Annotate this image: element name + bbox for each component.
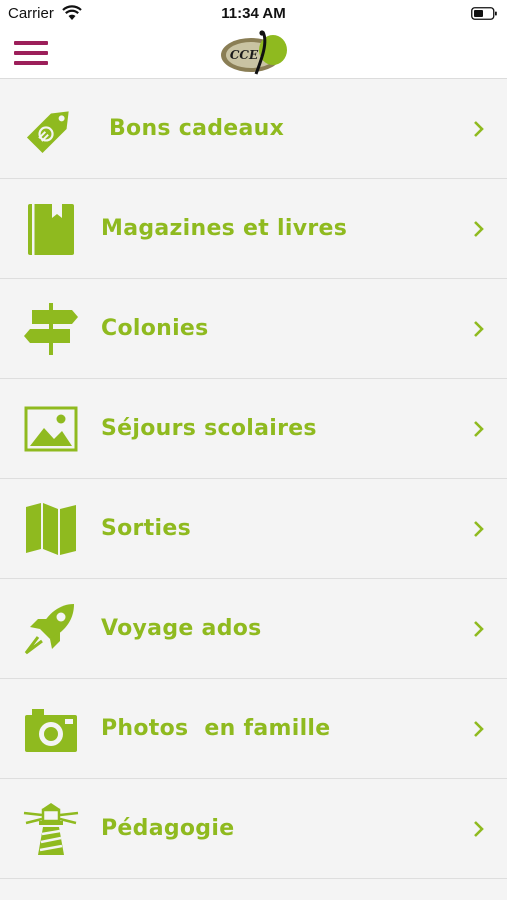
- map-icon: [26, 503, 76, 555]
- menu-item-label: Pédagogie: [101, 816, 235, 841]
- chevron-right-icon: [474, 721, 484, 737]
- svg-text:CCE: CCE: [230, 48, 259, 62]
- lighthouse-icon: [23, 803, 79, 855]
- camera-icon: [25, 709, 77, 752]
- nav-bar: CCE: [0, 28, 507, 79]
- rocket-icon: [24, 604, 74, 655]
- menu-item-label: Colonies: [101, 316, 209, 341]
- menu-item-label: Bons cadeaux: [101, 116, 285, 141]
- landscape-picture-icon: [24, 406, 78, 452]
- gift-tag-icon: [26, 111, 69, 154]
- menu-item-label: Voyage ados: [101, 616, 262, 641]
- menu-item-label: Photos en famille: [101, 716, 331, 741]
- chevron-right-icon: [474, 821, 484, 837]
- menu-item-label: Magazines et livres: [101, 216, 348, 241]
- menu-item-photos[interactable]: Photos en famille: [0, 679, 507, 779]
- clock: 11:34 AM: [221, 5, 286, 22]
- menu-item-bons-cadeaux[interactable]: Bons cadeaux: [0, 79, 507, 179]
- hamburger-menu-icon[interactable]: [14, 39, 48, 67]
- chevron-right-icon: [474, 621, 484, 637]
- chevron-right-icon: [474, 421, 484, 437]
- menu-item-sorties[interactable]: Sorties: [0, 479, 507, 579]
- chevron-right-icon: [474, 121, 484, 137]
- menu-item-magazines[interactable]: Magazines et livres: [0, 179, 507, 279]
- menu-item-label: Sorties: [101, 516, 191, 541]
- app-logo: CCE: [221, 30, 287, 75]
- menu-item-voyage-ados[interactable]: Voyage ados: [0, 579, 507, 679]
- menu-list: Bons cadeaux Magazines et livres Colonie…: [0, 79, 507, 879]
- menu-item-label: Séjours scolaires: [101, 416, 317, 441]
- menu-item-colonies[interactable]: Colonies: [0, 279, 507, 379]
- menu-item-sejours-scolaires[interactable]: Séjours scolaires: [0, 379, 507, 479]
- menu-item-pedagogie[interactable]: Pédagogie: [0, 779, 507, 879]
- battery-icon: [471, 7, 497, 20]
- status-bar: Carrier 11:34 AM: [0, 0, 507, 28]
- chevron-right-icon: [474, 221, 484, 237]
- signpost-icon: [24, 303, 78, 355]
- chevron-right-icon: [474, 521, 484, 537]
- book-icon: [28, 204, 74, 255]
- chevron-right-icon: [474, 321, 484, 337]
